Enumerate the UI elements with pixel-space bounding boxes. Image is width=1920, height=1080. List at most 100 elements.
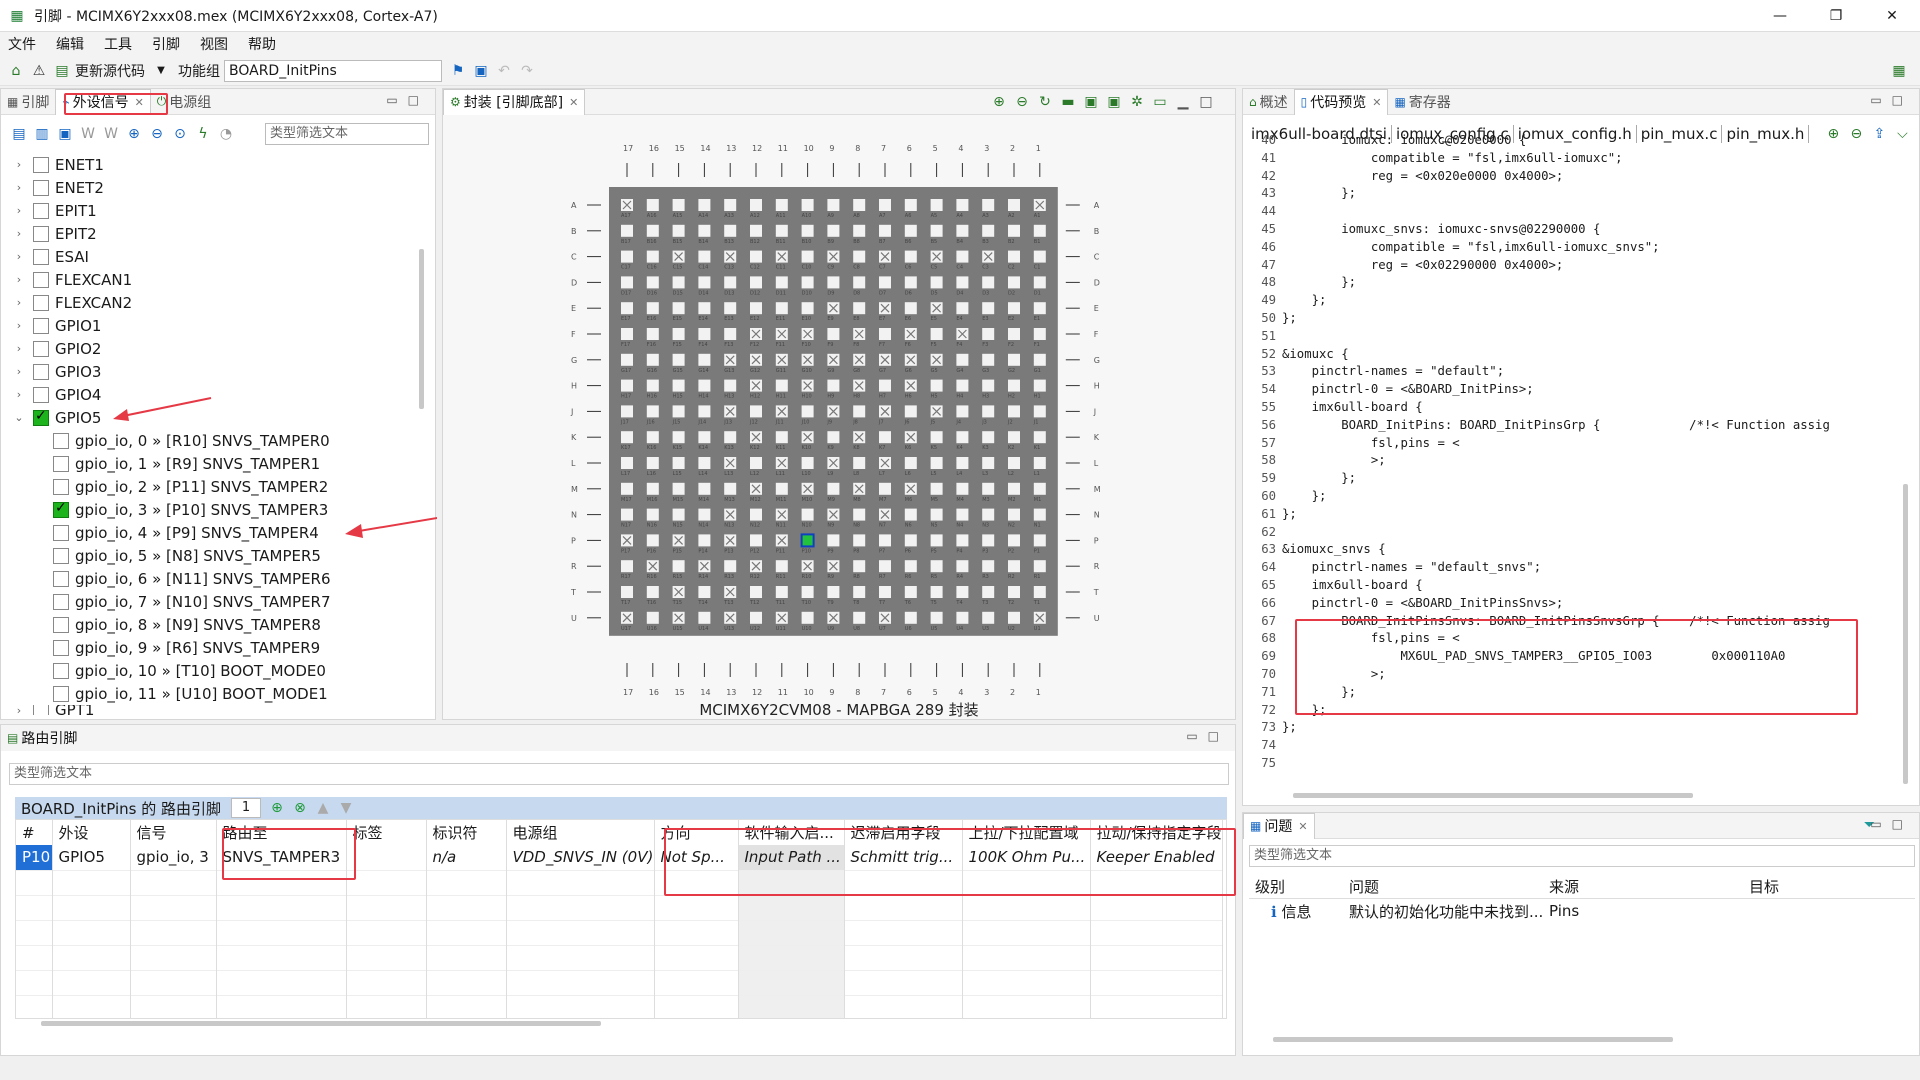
col-level[interactable]: 级别 <box>1249 876 1349 897</box>
pin-T7[interactable] <box>879 586 891 598</box>
pin-N6[interactable] <box>904 508 917 521</box>
undo-icon[interactable]: ↶ <box>494 61 514 81</box>
pin-E17[interactable] <box>621 302 633 315</box>
pin-E1[interactable] <box>1033 302 1046 315</box>
pin-R17[interactable] <box>621 560 633 573</box>
code-line[interactable]: 68 fsl,pins = < <box>1250 630 1900 648</box>
pin-T12[interactable] <box>750 586 762 598</box>
routing-row-p10[interactable]: P10 GPIO5 gpio_io, 3 SNVS_TAMPER3 n/a VDD_SNV… <box>16 845 1223 870</box>
pin-B12[interactable] <box>750 224 762 237</box>
routing-cell[interactable] <box>346 845 427 870</box>
pin-H5[interactable] <box>930 379 943 392</box>
code-line[interactable]: 50}; <box>1250 310 1900 328</box>
pin-T17[interactable] <box>621 586 633 598</box>
pin-N3[interactable] <box>982 508 995 521</box>
routing-count-field[interactable]: 1 <box>231 798 262 818</box>
pin-A3[interactable] <box>982 199 995 211</box>
close-tab-icon[interactable]: ✕ <box>1298 820 1307 833</box>
pin-P3[interactable] <box>982 534 995 547</box>
legend-icon[interactable]: ▭ <box>1150 92 1170 112</box>
code-line[interactable]: 42 reg = <0x020e0000 0x4000>; <box>1250 168 1900 186</box>
pin-R1[interactable] <box>1033 560 1046 573</box>
view-bottom-icon[interactable]: ▣ <box>1104 92 1124 112</box>
menu-view[interactable]: 视图 <box>200 34 228 54</box>
routing-col-header[interactable]: 拉动/保持指定字段 <box>1090 820 1223 845</box>
panel-minmax[interactable]: ▭□ <box>1870 93 1913 107</box>
add-icon[interactable]: ⊕ <box>267 798 287 818</box>
pin-U3[interactable] <box>982 611 995 624</box>
code-line[interactable]: 67 BOARD_InitPinsSnvs: BOARD_InitPinsSnv… <box>1250 613 1900 631</box>
code-line[interactable]: 74 <box>1250 737 1900 755</box>
pin-E16[interactable] <box>646 302 659 315</box>
pin-K9[interactable] <box>827 431 840 444</box>
pin-A6[interactable] <box>904 199 917 211</box>
routing-col-header[interactable]: 电源组 <box>506 820 655 845</box>
pin-B13[interactable] <box>724 224 737 237</box>
pin-D9[interactable] <box>827 276 840 289</box>
pin-H9[interactable] <box>827 379 840 392</box>
pin-N2[interactable] <box>1008 508 1020 521</box>
perspective-icon[interactable]: ▦ <box>1889 61 1909 81</box>
pin-A7[interactable] <box>879 199 891 211</box>
pin-G2[interactable] <box>1008 353 1020 366</box>
menu-file[interactable]: 文件 <box>8 34 36 54</box>
pin-B14[interactable] <box>698 224 711 237</box>
pin-K15[interactable] <box>672 431 685 444</box>
pin-A14[interactable] <box>698 199 711 211</box>
folder-icon[interactable]: ▬ <box>1058 92 1078 112</box>
routing-col-header[interactable]: 迟滞启用字段 <box>844 820 963 845</box>
pin-J1[interactable] <box>1033 405 1046 418</box>
pin-D16[interactable] <box>646 276 659 289</box>
pin-B4[interactable] <box>956 224 969 237</box>
pin-L15[interactable] <box>672 457 685 469</box>
pin-N16[interactable] <box>646 508 659 521</box>
code-line[interactable]: 44 <box>1250 203 1900 221</box>
pin-R4[interactable] <box>956 560 969 573</box>
pin-P16[interactable] <box>646 534 659 547</box>
pin-L5[interactable] <box>930 457 943 469</box>
routing-cell[interactable]: Schmitt trig... <box>844 845 963 870</box>
pin-G17[interactable] <box>621 353 633 366</box>
pin-H2[interactable] <box>1008 379 1020 392</box>
pin-A9[interactable] <box>827 199 840 211</box>
function-group-select[interactable]: BOARD_InitPins <box>224 59 442 82</box>
pin-D4[interactable] <box>956 276 969 289</box>
pin-F9[interactable] <box>827 328 840 340</box>
view-top-icon[interactable]: ▣ <box>1081 92 1101 112</box>
pin-A2[interactable] <box>1008 199 1020 211</box>
pin-B11[interactable] <box>775 224 788 237</box>
pin-F3[interactable] <box>982 328 995 340</box>
update-code-icon[interactable]: ▤ <box>52 61 72 81</box>
pin-P10[interactable] <box>800 533 815 548</box>
pin-E6[interactable] <box>904 302 917 315</box>
minimize-button[interactable]: — <box>1752 0 1808 32</box>
pin-C8[interactable] <box>853 250 866 263</box>
pin-N14[interactable] <box>698 508 711 521</box>
pin-N12[interactable] <box>750 508 762 521</box>
pin-J12[interactable] <box>750 405 762 418</box>
pin-M13[interactable] <box>724 482 737 495</box>
pin-L2[interactable] <box>1008 457 1020 469</box>
pin-J14[interactable] <box>698 405 711 418</box>
settings-icon[interactable]: ✲ <box>1127 92 1147 112</box>
pin-M2[interactable] <box>1008 482 1020 495</box>
pin-J16[interactable] <box>646 405 659 418</box>
pin-U16[interactable] <box>646 611 659 624</box>
pin-C2[interactable] <box>1008 250 1020 263</box>
pin-J6[interactable] <box>904 405 917 418</box>
close-tab-icon[interactable]: ✕ <box>569 96 578 109</box>
pin-D10[interactable] <box>801 276 814 289</box>
routing-cell[interactable]: GPIO5 <box>52 845 131 870</box>
pin-C6[interactable] <box>904 250 917 263</box>
pin-E15[interactable] <box>672 302 685 315</box>
pin-J4[interactable] <box>956 405 969 418</box>
pin-F17[interactable] <box>621 328 633 340</box>
pin-P8[interactable] <box>853 534 866 547</box>
pin-H4[interactable] <box>956 379 969 392</box>
move-up-icon[interactable]: ▲ <box>313 798 333 818</box>
menu-edit[interactable]: 编辑 <box>56 34 84 54</box>
pin-B15[interactable] <box>672 224 685 237</box>
code-line[interactable]: 61}; <box>1250 506 1900 524</box>
pin-K11[interactable] <box>775 431 788 444</box>
menu-help[interactable]: 帮助 <box>248 34 276 54</box>
